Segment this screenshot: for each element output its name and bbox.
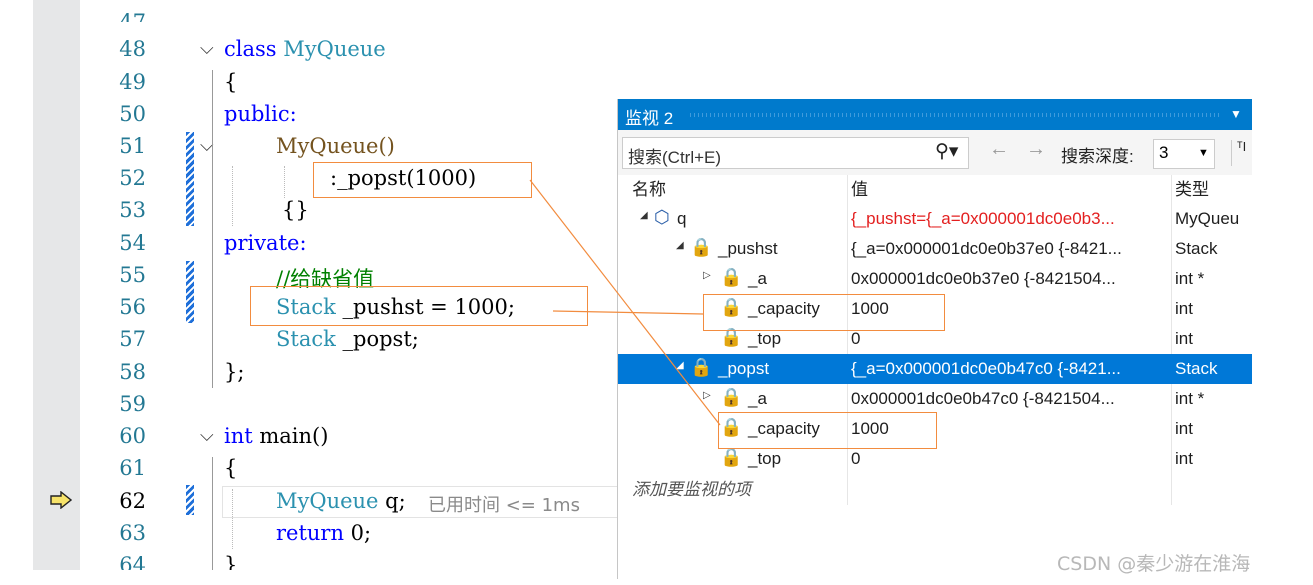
annotation-line [529, 179, 721, 426]
annotation-lines [529, 179, 721, 426]
annotation-line [552, 310, 704, 315]
watermark: CSDN @秦少游在淮海 [1057, 553, 1251, 575]
